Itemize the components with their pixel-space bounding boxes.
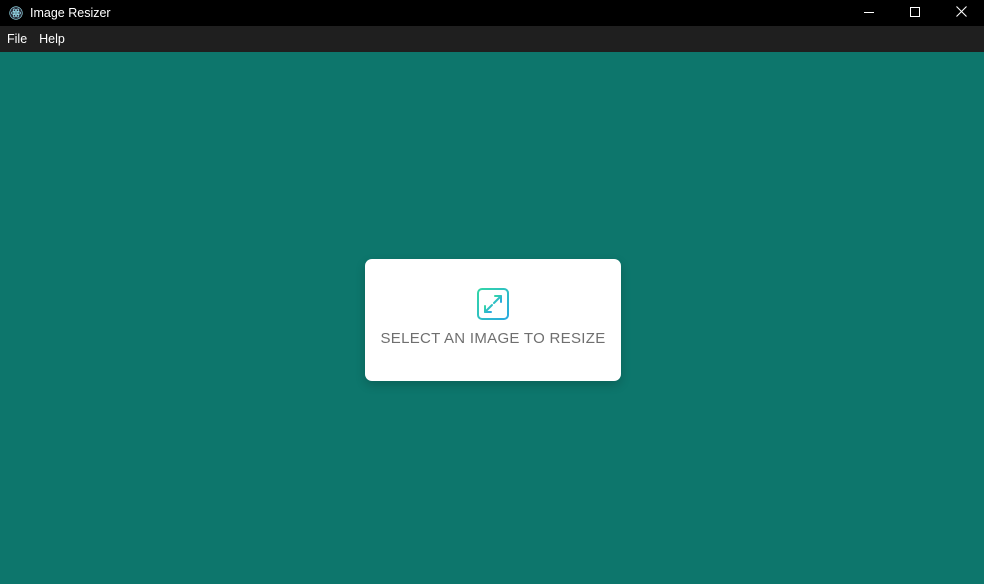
window-controls <box>846 0 984 26</box>
minimize-icon <box>864 4 874 22</box>
main-content: SELECT AN IMAGE TO RESIZE <box>0 52 984 584</box>
close-icon <box>955 4 967 22</box>
close-button[interactable] <box>938 0 984 26</box>
select-image-card[interactable]: SELECT AN IMAGE TO RESIZE <box>365 259 621 381</box>
electron-atom-icon <box>9 6 23 20</box>
maximize-icon <box>910 4 920 22</box>
menu-bar: File Help <box>0 26 984 52</box>
title-bar[interactable]: Image Resizer <box>0 0 984 26</box>
menu-help[interactable]: Help <box>33 26 71 52</box>
window-title: Image Resizer <box>30 6 111 20</box>
menu-file[interactable]: File <box>1 26 33 52</box>
minimize-button[interactable] <box>846 0 892 26</box>
app-window: Image Resizer File Help SELECT AN IMAGE … <box>0 0 984 584</box>
expand-arrows-icon <box>476 287 510 321</box>
maximize-button[interactable] <box>892 0 938 26</box>
select-image-label: SELECT AN IMAGE TO RESIZE <box>380 330 606 347</box>
